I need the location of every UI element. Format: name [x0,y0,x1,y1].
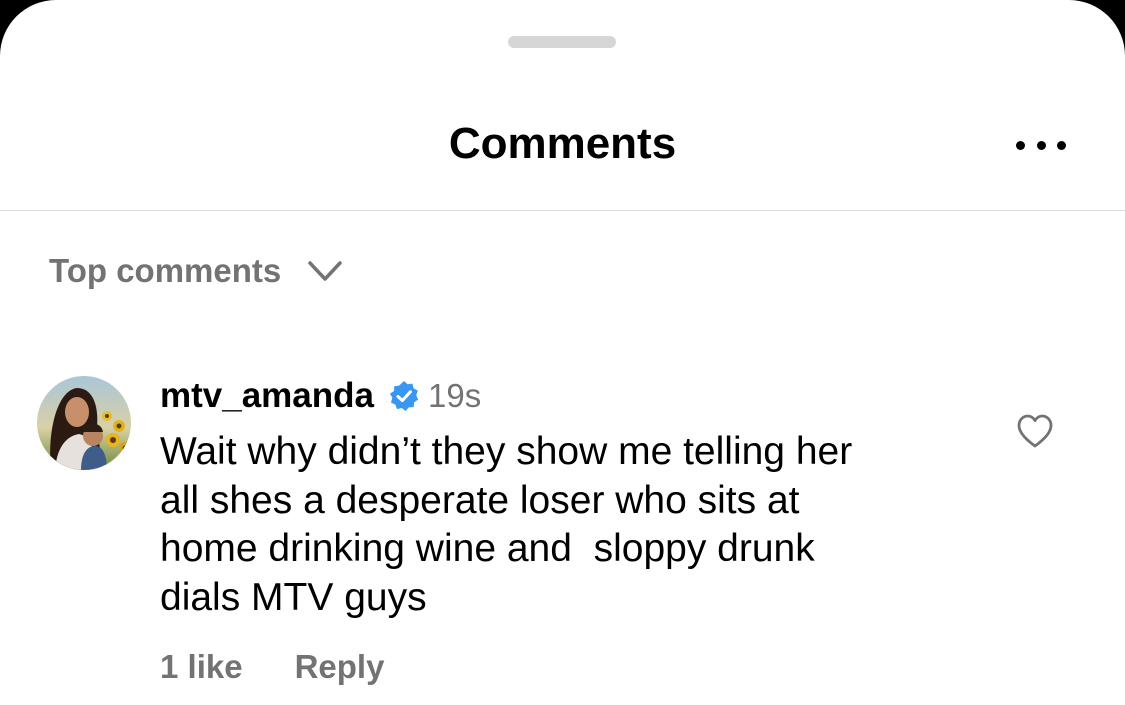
header-divider [0,210,1125,211]
comment-header: mtv_amanda 19s [160,374,481,418]
comment-actions: 1 like Reply [160,645,384,689]
chevron-down-icon [308,261,342,281]
more-icon-dot [1036,140,1046,150]
sheet-grabber-handle[interactable] [508,36,616,48]
avatar[interactable] [37,376,131,470]
sheet-title: Comments [448,119,677,168]
comment-username[interactable]: mtv_amanda [160,376,374,416]
sort-dropdown[interactable]: Top comments [49,250,343,292]
more-icon-dot [1057,140,1066,150]
comment-line: home drinking wine and sloppy drunk [160,527,815,570]
verified-badge-icon [389,381,419,411]
comment-line: all shes a desperate loser who sits at [160,478,800,522]
comment-line: dials MTV guys [160,575,427,619]
heart-outline-icon[interactable] [1016,413,1054,449]
reply-button[interactable]: Reply [295,648,385,686]
more-options-button[interactable] [1016,140,1066,150]
sort-label: Top comments [49,252,282,289]
comment-timestamp: 19s [427,377,482,414]
comments-sheet: Comments Top comments mtv_amanda 19s Wai… [0,0,1125,705]
comment-line: Wait why didn’t they show me telling her [160,430,853,473]
comment-like-count[interactable]: 1 like [160,648,243,686]
comment-body: Wait why didn’t they show me telling her… [160,428,960,622]
more-icon-dot [1016,140,1025,150]
